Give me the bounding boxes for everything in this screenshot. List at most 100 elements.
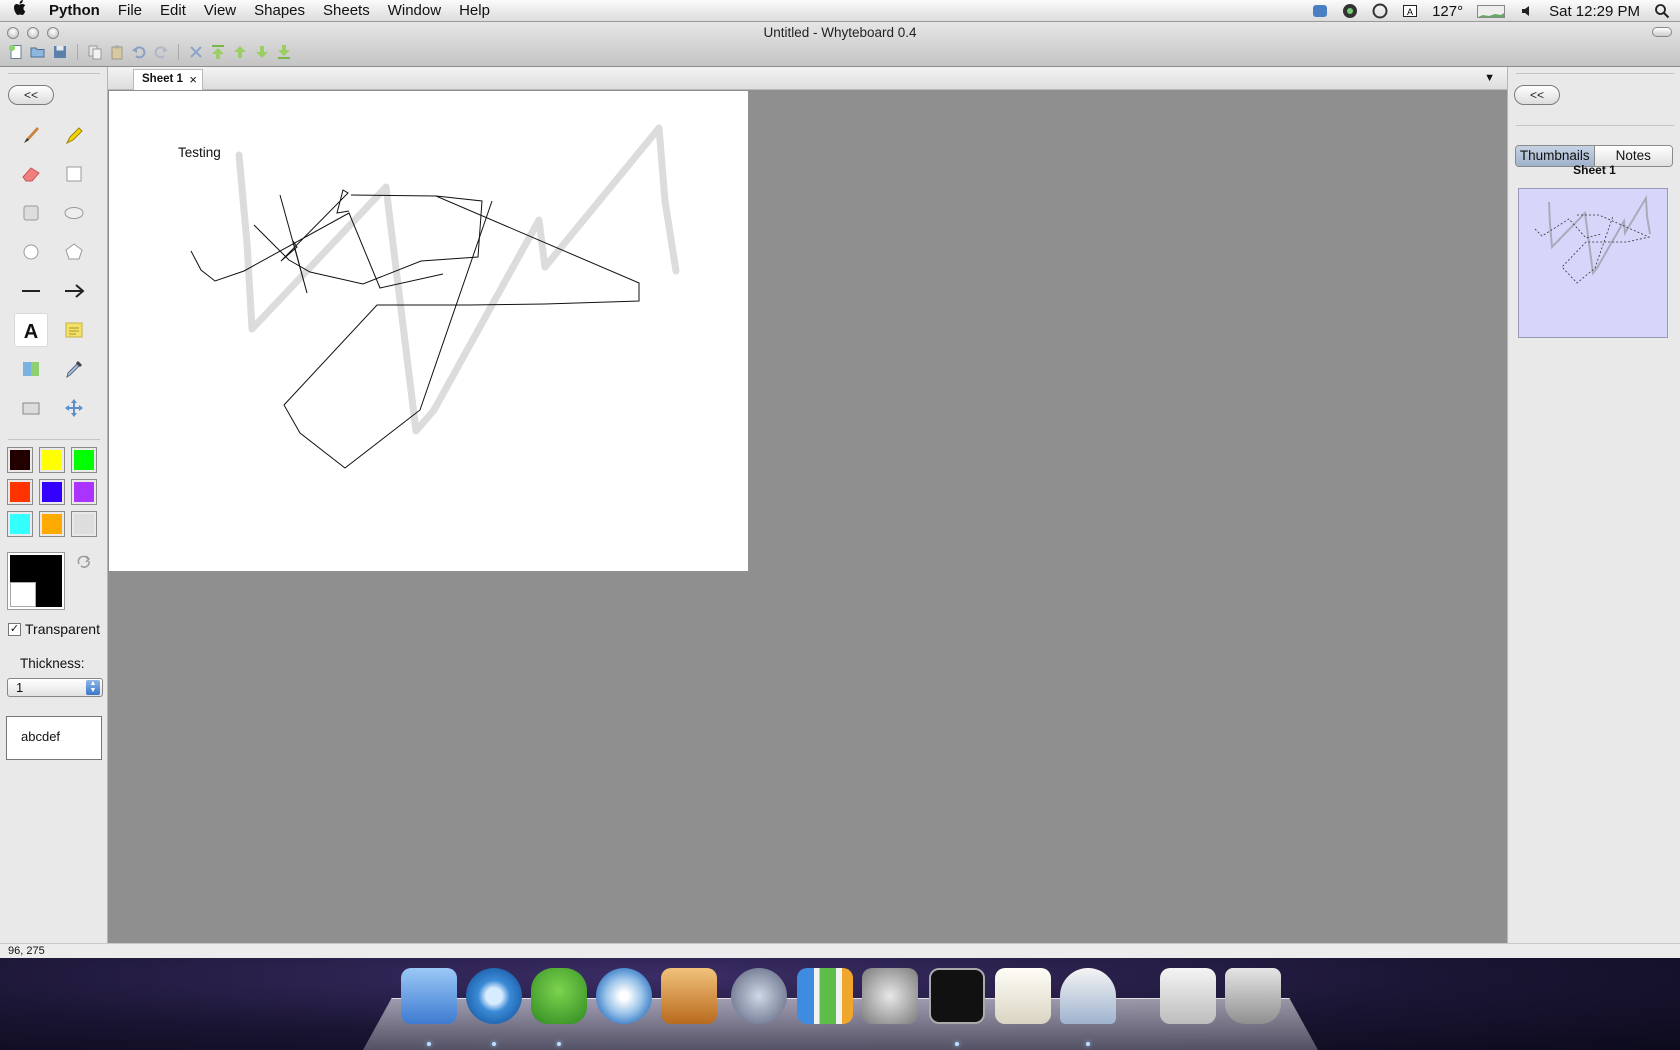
keynote-icon[interactable] bbox=[661, 968, 717, 1024]
toolbar bbox=[8, 44, 292, 60]
new-file-icon[interactable] bbox=[8, 44, 24, 60]
menu-window[interactable]: Window bbox=[379, 0, 450, 22]
collapse-tools-button[interactable]: << bbox=[8, 85, 54, 105]
undo-icon[interactable] bbox=[131, 44, 147, 60]
menu-view[interactable]: View bbox=[195, 0, 245, 22]
menu-file[interactable]: File bbox=[109, 0, 151, 22]
sync-status-icon[interactable] bbox=[1372, 3, 1388, 19]
python-launcher-icon[interactable] bbox=[1060, 968, 1116, 1024]
tab-list-dropdown-icon[interactable]: ▼ bbox=[1484, 72, 1495, 84]
redo-icon[interactable] bbox=[153, 44, 169, 60]
terminal-icon[interactable] bbox=[929, 968, 985, 1024]
transparent-checkbox[interactable]: ✓ bbox=[8, 622, 21, 636]
color-well[interactable] bbox=[7, 552, 65, 610]
textedit-icon[interactable] bbox=[995, 968, 1051, 1024]
thumbnail-title: Sheet 1 bbox=[1573, 163, 1616, 177]
color-swatch-purple[interactable] bbox=[71, 479, 97, 505]
adium-icon[interactable] bbox=[531, 968, 587, 1024]
script-editor-icon[interactable] bbox=[731, 968, 787, 1024]
color-swatch-dark-red[interactable] bbox=[7, 447, 33, 473]
transparent-label: Transparent bbox=[25, 621, 100, 637]
pen-tool-icon[interactable] bbox=[14, 118, 48, 152]
save-file-icon[interactable] bbox=[52, 44, 68, 60]
color-swatch-cyan[interactable] bbox=[7, 511, 33, 537]
move-to-top-icon[interactable] bbox=[210, 44, 226, 60]
transparent-option[interactable]: ✓ Transparent bbox=[8, 621, 100, 637]
chromium-icon[interactable] bbox=[466, 968, 522, 1024]
spotlight-search-icon[interactable] bbox=[1654, 3, 1670, 19]
collapse-thumbnails-button[interactable]: << bbox=[1514, 85, 1560, 105]
rounded-rectangle-tool-icon[interactable] bbox=[14, 196, 48, 230]
thickness-value: 1 bbox=[16, 680, 24, 695]
downloads-stack-icon[interactable] bbox=[1160, 968, 1216, 1024]
thickness-stepper-icon[interactable]: ▲ ▼ bbox=[86, 680, 100, 695]
finder-icon[interactable] bbox=[401, 968, 457, 1024]
swatch-fill bbox=[74, 482, 94, 502]
menu-edit[interactable]: Edit bbox=[151, 0, 195, 22]
eyedropper-tool-icon[interactable] bbox=[57, 352, 91, 386]
font-preview[interactable]: abcdef bbox=[6, 716, 102, 760]
canvas-area: Sheet 1 × ▼ Testing bbox=[108, 67, 1507, 943]
line-tool-icon[interactable] bbox=[14, 274, 48, 308]
cpu-graph-icon[interactable] bbox=[1477, 3, 1506, 19]
color-swatch-yellow[interactable] bbox=[39, 447, 65, 473]
eraser-tool-icon[interactable] bbox=[14, 157, 48, 191]
tab-close-icon[interactable]: × bbox=[189, 72, 197, 87]
move-down-icon[interactable] bbox=[254, 44, 270, 60]
input-menu-icon[interactable]: A bbox=[1402, 3, 1418, 19]
toolbar-toggle-button[interactable] bbox=[1652, 27, 1672, 37]
swatch-fill bbox=[74, 514, 94, 534]
text-tool-icon[interactable]: A bbox=[14, 313, 48, 347]
paste-icon[interactable] bbox=[109, 44, 125, 60]
ellipse-tool-icon[interactable] bbox=[57, 196, 91, 230]
color-swatch-amber[interactable] bbox=[39, 511, 65, 537]
move-to-bottom-icon[interactable] bbox=[276, 44, 292, 60]
delete-icon[interactable] bbox=[188, 44, 204, 60]
open-file-icon[interactable] bbox=[30, 44, 46, 60]
tab-sheet-1[interactable]: Sheet 1 × bbox=[133, 69, 203, 90]
volume-icon[interactable] bbox=[1519, 3, 1535, 19]
sheet-thumbnail[interactable] bbox=[1518, 188, 1668, 338]
background-color[interactable] bbox=[10, 582, 36, 607]
svg-text:A: A bbox=[24, 321, 38, 341]
menu-bar: Python File Edit View Shapes Sheets Wind… bbox=[0, 0, 1680, 22]
bitmap-select-tool-icon[interactable] bbox=[14, 352, 48, 386]
window-title: Untitled - Whyteboard 0.4 bbox=[763, 25, 917, 40]
arrow-tool-icon[interactable] bbox=[57, 274, 91, 308]
status-bar: 96, 275 bbox=[0, 943, 1680, 958]
menu-sheets[interactable]: Sheets bbox=[314, 0, 379, 22]
menubar-clock[interactable]: Sat 12:29 PM bbox=[1549, 3, 1640, 20]
menu-shapes[interactable]: Shapes bbox=[245, 0, 314, 22]
color-swatch-blue[interactable] bbox=[39, 479, 65, 505]
thickness-label: Thickness: bbox=[20, 656, 85, 671]
dropbox-icon[interactable] bbox=[1312, 3, 1328, 19]
temperature-readout[interactable]: 127° bbox=[1432, 3, 1463, 20]
polygon-tool-icon[interactable] bbox=[57, 235, 91, 269]
move-up-icon[interactable] bbox=[232, 44, 248, 60]
canvas-text-item[interactable]: Testing bbox=[178, 145, 221, 160]
app-window: Untitled - Whyteboard 0.4 << A ✓ Transpa… bbox=[0, 22, 1680, 958]
copy-icon[interactable] bbox=[87, 44, 103, 60]
note-tool-icon[interactable] bbox=[57, 313, 91, 347]
color-swatch-green[interactable] bbox=[71, 447, 97, 473]
circle-tool-icon[interactable] bbox=[14, 235, 48, 269]
move-tool-icon[interactable] bbox=[57, 391, 91, 425]
drawing-layer bbox=[190, 124, 680, 469]
thickness-select[interactable]: 1 ▲ ▼ bbox=[7, 678, 103, 697]
system-preferences-icon[interactable] bbox=[862, 968, 918, 1024]
adium-status-icon[interactable] bbox=[1342, 3, 1358, 19]
color-swatch-light-gray[interactable] bbox=[71, 511, 97, 537]
whiteboard-canvas[interactable]: Testing bbox=[109, 91, 748, 571]
app-menu[interactable]: Python bbox=[40, 0, 109, 22]
numbers-icon[interactable] bbox=[797, 968, 853, 1024]
itunes-icon[interactable] bbox=[596, 968, 652, 1024]
menu-help[interactable]: Help bbox=[450, 0, 499, 22]
apple-menu-icon[interactable] bbox=[0, 0, 40, 21]
swap-colors-icon[interactable] bbox=[76, 554, 92, 573]
rectangle-tool-icon[interactable] bbox=[57, 157, 91, 191]
highlighter-tool-icon[interactable] bbox=[57, 118, 91, 152]
tab-label: Sheet 1 bbox=[142, 73, 183, 85]
color-swatch-orange-red[interactable] bbox=[7, 479, 33, 505]
image-tool-icon[interactable] bbox=[14, 391, 48, 425]
trash-icon[interactable] bbox=[1225, 968, 1281, 1024]
